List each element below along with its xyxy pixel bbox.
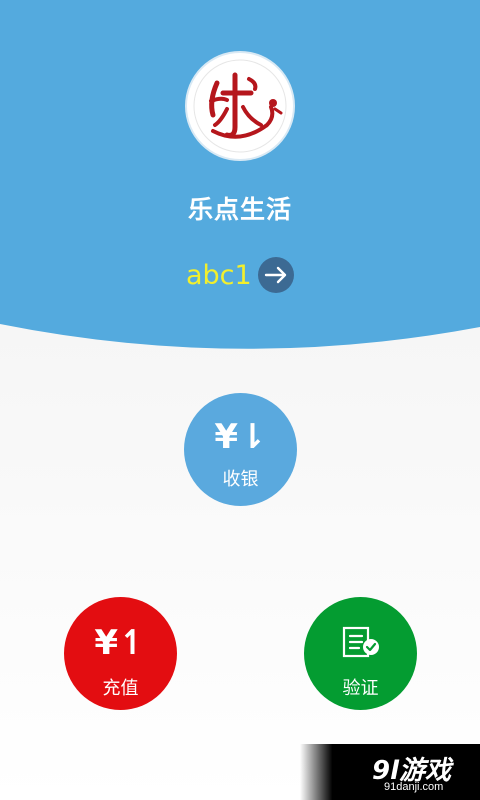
cashier-yen-down-icon: ¥⇂ bbox=[214, 417, 267, 457]
logo-glyph-icon bbox=[190, 56, 290, 156]
cashier-button[interactable]: ¥⇂ 收银 bbox=[184, 393, 297, 506]
document-check-icon bbox=[342, 626, 379, 658]
watermark-url: 91danji.com bbox=[384, 781, 444, 793]
recharge-yen-up-icon: ¥↿ bbox=[94, 623, 147, 663]
account-arrow-button[interactable] bbox=[257, 257, 294, 293]
app-logo bbox=[187, 53, 293, 159]
watermark: 9l游戏 91danji.com bbox=[300, 744, 480, 800]
app-title: 乐点生活 bbox=[187, 195, 292, 224]
username-label[interactable]: abc1 bbox=[186, 260, 252, 291]
arrow-right-icon bbox=[264, 266, 286, 284]
recharge-button[interactable]: ¥↿ 充值 bbox=[64, 597, 177, 710]
recharge-label: 充值 bbox=[102, 678, 139, 699]
cashier-label: 收银 bbox=[222, 469, 259, 490]
user-account-row[interactable]: abc1 bbox=[186, 256, 294, 294]
verify-button[interactable]: 验证 bbox=[304, 597, 417, 710]
verify-label: 验证 bbox=[342, 678, 379, 699]
